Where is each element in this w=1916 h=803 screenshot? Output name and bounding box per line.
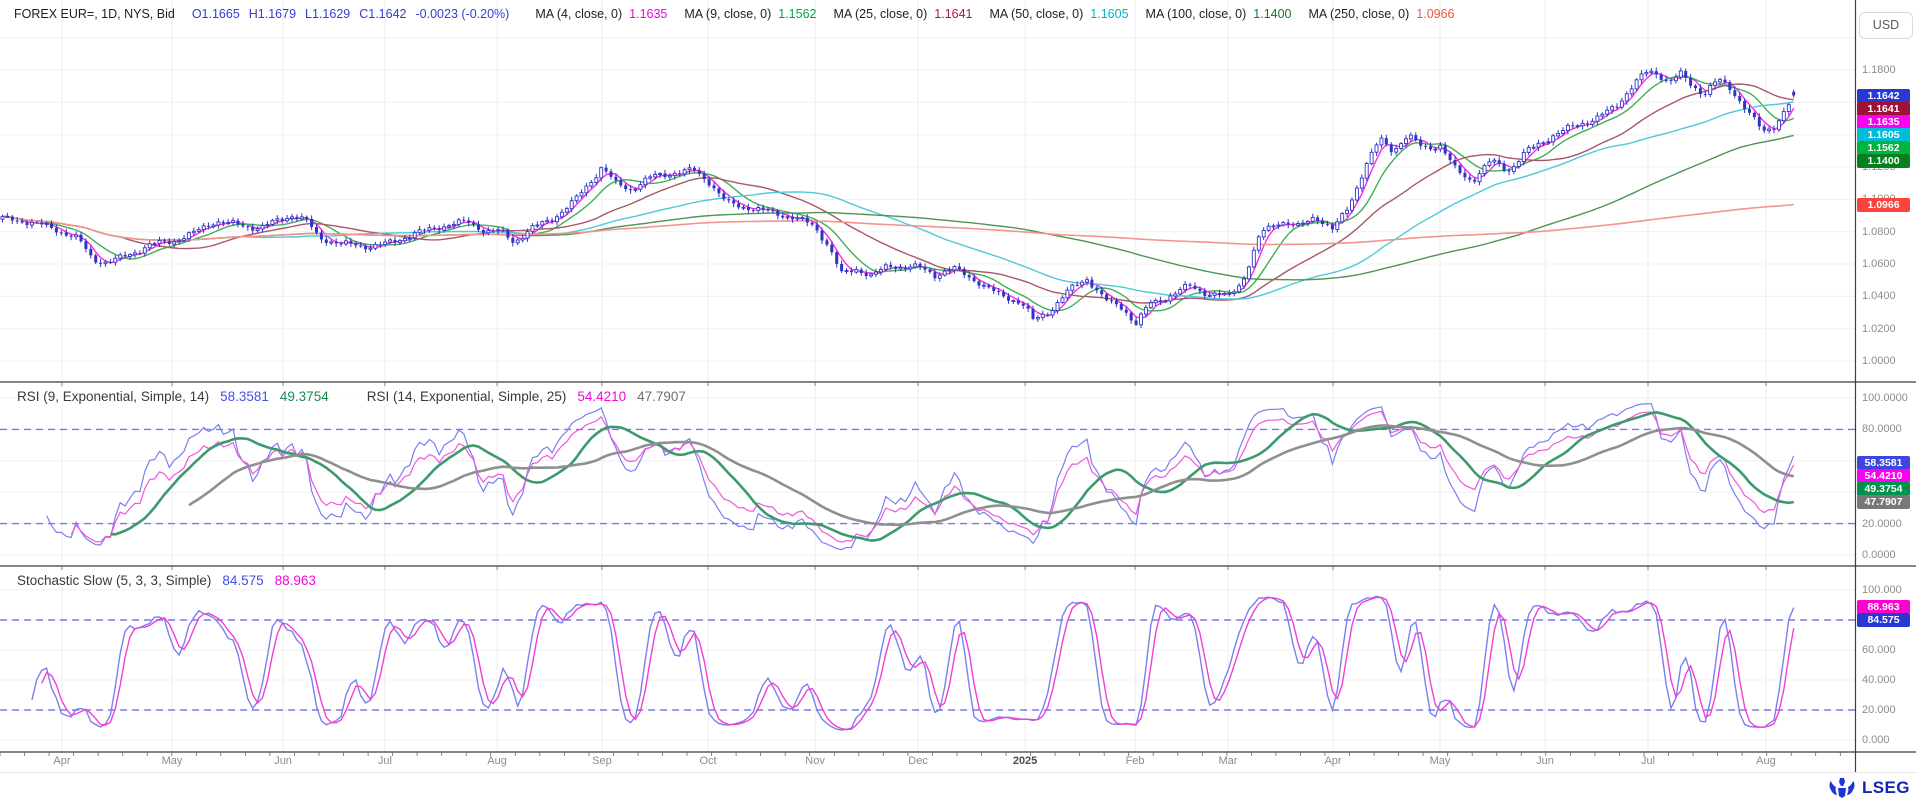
ma-value: 1.1400 [1253, 7, 1291, 21]
ma-legend-4[interactable]: MA (4, close, 0) 1.1635 [535, 7, 667, 21]
ma-legend-250[interactable]: MA (250, close, 0) 1.0966 [1309, 7, 1455, 21]
ma-lines [3, 73, 1794, 318]
legend-spacer [340, 389, 356, 404]
vertical-gridlines [62, 0, 1766, 752]
change-value: -0.0023 (-0.20%) [416, 7, 510, 21]
ma-line-4 [3, 73, 1794, 318]
rsi2-value: 54.4210 [577, 389, 626, 404]
ma-value: 1.1562 [778, 7, 816, 21]
panel-separators [0, 0, 1916, 772]
ma-label: MA (100, close, 0) [1146, 7, 1247, 21]
rsi2-ma-value: 47.7907 [637, 389, 686, 404]
high-value: H1.1679 [249, 7, 296, 21]
ma-value: 1.1641 [934, 7, 972, 21]
symbol-title[interactable]: FOREX EUR=, 1D, NYS, Bid [14, 7, 175, 21]
stoch-title: Stochastic Slow (5, 3, 3, Simple) [17, 573, 211, 588]
ma-label: MA (50, close, 0) [990, 7, 1084, 21]
stoch-k-value: 84.575 [222, 573, 263, 588]
rsi-lines [47, 404, 1794, 550]
currency-selector-button[interactable]: USD [1859, 12, 1913, 39]
chart-header: FOREX EUR=, 1D, NYS, Bid O1.1665 H1.1679 L… [14, 7, 1455, 21]
lseg-logo-text: LSEG [1862, 778, 1910, 798]
rsi2-title: RSI (14, Exponential, Simple, 25) [367, 389, 567, 404]
lseg-logo: LSEG [1827, 776, 1910, 800]
stoch-d-value: 88.963 [275, 573, 316, 588]
ma-legend-100[interactable]: MA (100, close, 0) 1.1400 [1146, 7, 1292, 21]
close-value: C1.1642 [359, 7, 406, 21]
ohlc-values: O1.1665 H1.1679 L1.1629 C1.1642 -0.0023 (-0.… [192, 7, 519, 21]
ma-value: 1.1635 [629, 7, 667, 21]
ma-line-50 [3, 102, 1794, 299]
candles-layer [1, 68, 1795, 329]
ma-label: MA (4, close, 0) [535, 7, 622, 21]
low-value: L1.1629 [305, 7, 350, 21]
ma-legend-25[interactable]: MA (25, close, 0) 1.1641 [833, 7, 972, 21]
chart-window: 1.18001.16001.14001.12001.10001.08001.06… [0, 0, 1916, 803]
rsi1-ma-value: 49.3754 [280, 389, 329, 404]
open-value: O1.1665 [192, 7, 240, 21]
rsi1-title: RSI (9, Exponential, Simple, 14) [17, 389, 209, 404]
stochastic-legend[interactable]: Stochastic Slow (5, 3, 3, Simple) 84.575… [14, 572, 319, 589]
rsi1-value: 58.3581 [220, 389, 269, 404]
ma-value: 1.0966 [1416, 7, 1454, 21]
lseg-crest-icon [1827, 776, 1857, 800]
ma-value: 1.1605 [1090, 7, 1128, 21]
rsi-legend[interactable]: RSI (9, Exponential, Simple, 14) 58.3581… [14, 388, 689, 405]
ma-label: MA (25, close, 0) [833, 7, 927, 21]
ma-label: MA (9, close, 0) [684, 7, 771, 21]
ma-legend-9[interactable]: MA (9, close, 0) 1.1562 [684, 7, 816, 21]
ma-line-9 [3, 76, 1794, 311]
ma-legend-50[interactable]: MA (50, close, 0) 1.1605 [990, 7, 1129, 21]
ma-label: MA (250, close, 0) [1309, 7, 1410, 21]
axis-tick-marks [0, 382, 1840, 756]
